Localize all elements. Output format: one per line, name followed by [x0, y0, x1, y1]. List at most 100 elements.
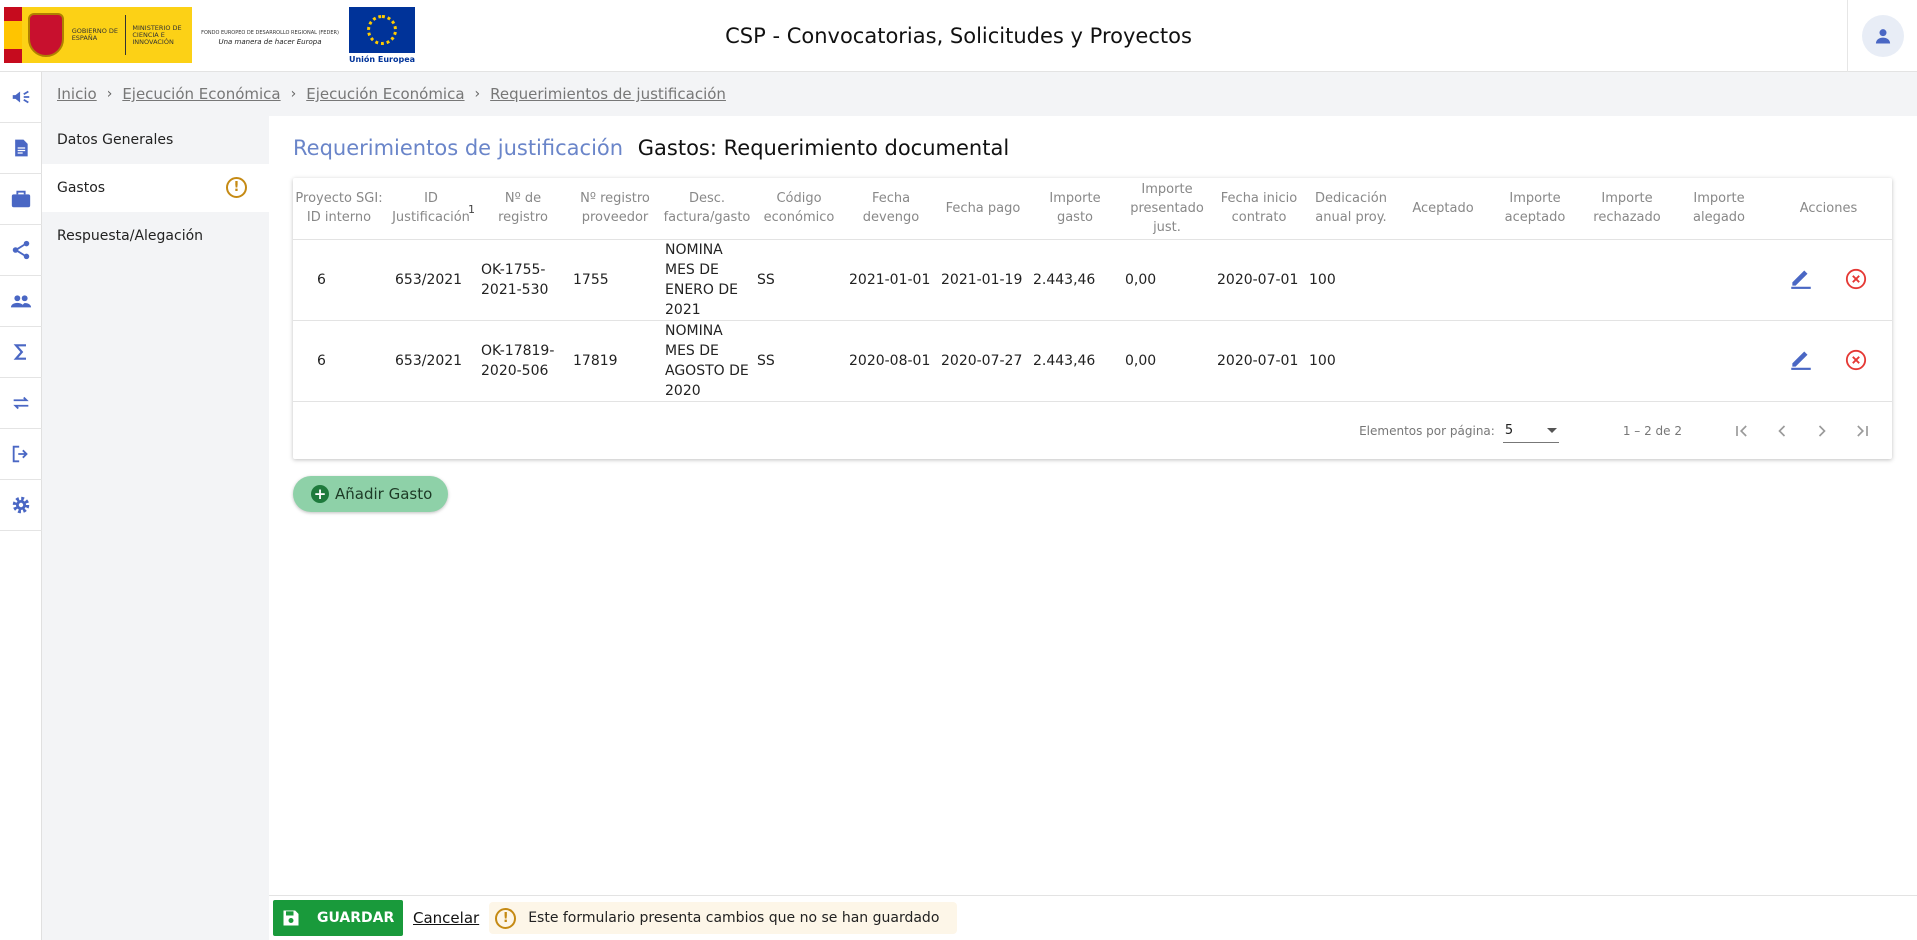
chevron-right-icon: › [106, 86, 113, 102]
sidenav-item-label: Respuesta/Alegación [57, 228, 204, 244]
col-id-justificacion-label: ID Justificación [392, 191, 470, 226]
page-title: Requerimientos de justificación Gastos: … [293, 136, 1009, 160]
warning-text: Este formulario presenta cambios que no … [528, 910, 940, 926]
page-range: 1 – 2 de 2 [1622, 424, 1682, 438]
col-fecha-pago[interactable]: Fecha pago [937, 178, 1029, 240]
first-page-button[interactable] [1722, 411, 1762, 451]
app-header: Gobierno de España Ministerio de Ciencia… [0, 0, 1917, 72]
breadcrumb-ejecucion-economica[interactable]: Ejecución Económica [122, 85, 280, 103]
spain-flag [4, 7, 22, 63]
gobierno-text: Gobierno de España [71, 27, 118, 42]
cell-desc-factura: NOMINA MES DE AGOSTO DE 2020 [661, 320, 753, 402]
col-importe-alegado[interactable]: Importe alegado [1673, 178, 1765, 240]
cell-importe-presentado: 0,00 [1121, 239, 1213, 321]
cell-num-registro-proveedor: 17819 [569, 320, 661, 402]
col-dedicacion-anual[interactable]: Dedicación anual proy. [1305, 178, 1397, 240]
col-codigo-economico[interactable]: Código económico [753, 178, 845, 240]
rail-compartir[interactable] [0, 225, 42, 276]
rail-intercambio[interactable] [0, 378, 42, 429]
chevron-left-icon [1778, 425, 1786, 437]
cancel-link[interactable]: Cancelar [413, 909, 479, 927]
cell-importe-aceptado [1489, 320, 1581, 402]
cell-codigo-economico: SS [753, 320, 845, 402]
add-gasto-label: Añadir Gasto [335, 485, 433, 503]
rail-ejecucion-economica[interactable] [0, 327, 42, 378]
delete-button[interactable] [1843, 266, 1869, 292]
col-importe-presentado[interactable]: Importe presentado just. [1121, 178, 1213, 240]
col-fecha-inicio-contrato[interactable]: Fecha inicio contrato [1213, 178, 1305, 240]
pencil-icon [1791, 351, 1812, 370]
gastos-table-card: Proyecto SGI: ID interno ID Justificació… [293, 178, 1892, 459]
coat-of-arms-icon [27, 13, 64, 57]
prev-page-button[interactable] [1762, 411, 1802, 451]
sidenav-item-datos-generales[interactable]: Datos Generales [42, 116, 269, 164]
save-icon [283, 910, 299, 926]
edit-button[interactable] [1788, 264, 1814, 290]
table-row: 6 653/2021 OK-17819-2020-506 17819 NOMIN… [293, 320, 1892, 402]
rail-convocatorias[interactable] [0, 72, 42, 123]
cell-id-justificacion: 653/2021 [385, 239, 477, 321]
cell-fecha-inicio-contrato: 2020-07-01 [1213, 320, 1305, 402]
next-page-button[interactable] [1802, 411, 1842, 451]
sidenav-item-label: Datos Generales [57, 132, 174, 148]
rail-configuracion[interactable] [0, 480, 42, 531]
share-icon [12, 240, 30, 260]
section-nav: Datos Generales Gastos ! Respuesta/Alega… [42, 116, 269, 940]
col-proyecto-sgi[interactable]: Proyecto SGI: ID interno [293, 178, 385, 240]
cell-num-registro: OK-1755-2021-530 [477, 239, 569, 321]
rail-solicitudes[interactable] [0, 123, 42, 174]
ministerio-text: Ministerio de Ciencia e Innovación [132, 23, 182, 46]
delete-button[interactable] [1843, 347, 1869, 373]
sidenav-item-gastos[interactable]: Gastos ! [42, 164, 269, 212]
col-importe-aceptado[interactable]: Importe aceptado [1489, 178, 1581, 240]
col-aceptado[interactable]: Aceptado [1397, 178, 1489, 240]
megaphone-icon [12, 90, 30, 104]
cell-fecha-devengo: 2021-01-01 [845, 239, 937, 321]
last-page-button[interactable] [1842, 411, 1882, 451]
col-id-justificacion[interactable]: ID Justificación 1 [385, 178, 477, 240]
pencil-icon [1791, 270, 1812, 289]
cell-acciones [1765, 239, 1892, 321]
feder-text: FONDO EUROPEO DE DESARROLLO REGIONAL (FE… [201, 30, 339, 36]
cell-id-justificacion: 653/2021 [385, 320, 477, 402]
page-size-select[interactable]: 5 [1502, 419, 1559, 443]
chevron-right-icon [1818, 425, 1826, 437]
caret-down-icon [1546, 428, 1557, 433]
breadcrumb-requerimientos[interactable]: Requerimientos de justificación [490, 85, 726, 103]
col-importe-rechazado[interactable]: Importe rechazado [1581, 178, 1673, 240]
people-icon [10, 295, 32, 308]
cell-fecha-devengo: 2020-08-01 [845, 320, 937, 402]
table-row: 6 653/2021 OK-1755-2021-530 1755 NOMINA … [293, 239, 1892, 321]
module-rail [0, 72, 42, 940]
rail-salir[interactable] [0, 429, 42, 480]
swap-icon [13, 396, 29, 410]
col-fecha-devengo[interactable]: Fecha devengo [845, 178, 937, 240]
avatar[interactable] [1861, 15, 1904, 57]
briefcase-icon [11, 190, 31, 208]
breadcrumb-ejecucion-economica-detalle[interactable]: Ejecución Económica [306, 85, 464, 103]
unsaved-changes-warning: ! Este formulario presenta cambios que n… [489, 902, 958, 934]
col-num-registro[interactable]: Nº de registro [477, 178, 569, 240]
cell-importe-rechazado [1581, 320, 1673, 402]
cell-fecha-pago: 2021-01-19 [937, 239, 1029, 321]
save-button[interactable]: GUARDAR [273, 900, 403, 936]
cell-acciones [1765, 320, 1892, 402]
cell-importe-rechazado [1581, 239, 1673, 321]
col-num-registro-proveedor[interactable]: Nº registro proveedor [569, 178, 661, 240]
edit-button[interactable] [1788, 345, 1814, 371]
sort-indicator: 1 [468, 203, 475, 216]
cell-num-registro-proveedor: 1755 [569, 239, 661, 321]
col-desc-factura[interactable]: Desc. factura/gasto [661, 178, 753, 240]
add-gasto-button[interactable]: + Añadir Gasto [293, 476, 449, 512]
sidenav-item-respuesta-alegacion[interactable]: Respuesta/Alegación [42, 212, 269, 260]
rail-personas[interactable] [0, 276, 42, 327]
breadcrumb-inicio[interactable]: Inicio [57, 85, 97, 103]
col-importe-gasto[interactable]: Importe gasto [1029, 178, 1121, 240]
cell-importe-alegado [1673, 320, 1765, 402]
eu-logo: Unión Europea [348, 7, 416, 65]
user-menu[interactable] [1847, 0, 1917, 72]
cancel-circle-icon [1845, 349, 1866, 370]
last-page-icon [1857, 425, 1868, 437]
rail-proyectos[interactable] [0, 174, 42, 225]
paginator: Elementos por página: 5 1 – 2 de 2 [293, 403, 1892, 459]
